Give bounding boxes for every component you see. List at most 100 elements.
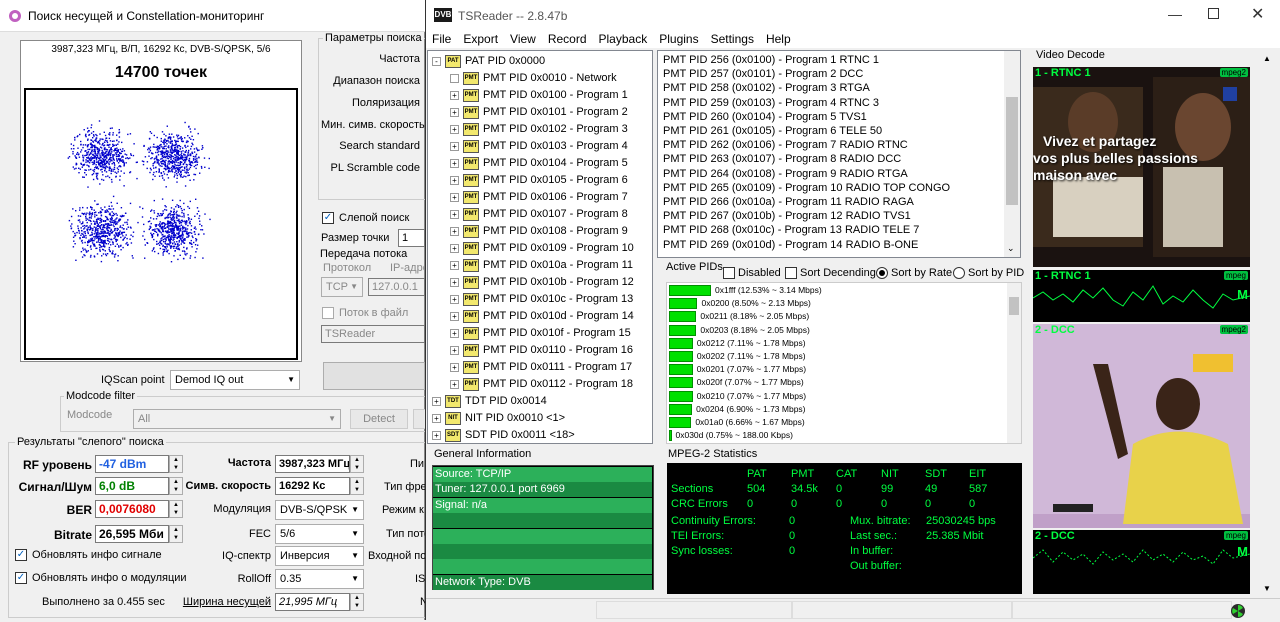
fec-select[interactable]: 5/6 ▼ [275, 524, 364, 544]
pmt-list-item[interactable]: PMT PID 268 (0x010c) - Program 13 RADIO … [663, 223, 919, 237]
menu-playback[interactable]: Playback [593, 30, 654, 48]
menu-export[interactable]: Export [457, 30, 504, 48]
video-scrollbar[interactable]: ▲ ▼ [1260, 52, 1276, 597]
video-panel-2[interactable]: 2 - DCC mpeg2 [1033, 324, 1250, 528]
pid-row[interactable]: 0x0203 (8.18% ~ 2.05 Mbps) [669, 324, 1005, 337]
pid-row[interactable]: 0x0210 (7.07% ~ 1.77 Mbps) [669, 390, 1005, 403]
ip-input[interactable]: 127.0.0.1 [368, 278, 425, 296]
expand-icon[interactable]: + [450, 90, 459, 100]
expand-icon[interactable]: + [450, 192, 459, 202]
tree-item-pmt-5[interactable]: + PMT PMT PID 0x0104 - Program 5 [450, 155, 628, 172]
menu-plugins[interactable]: Plugins [653, 30, 704, 48]
pmt-list-item[interactable]: PMT PID 256 (0x0100) - Program 1 RTNC 1 [663, 53, 879, 67]
expand-icon[interactable]: + [432, 413, 441, 423]
pid-row[interactable]: 0x020f (7.07% ~ 1.77 Mbps) [669, 376, 1005, 389]
action-button[interactable] [323, 362, 425, 390]
menu-view[interactable]: View [504, 30, 542, 48]
tree-item-pmt-8[interactable]: + PMT PMT PID 0x0107 - Program 8 [450, 206, 628, 223]
tree-item-pmt-12[interactable]: + PMT PMT PID 0x010b - Program 12 [450, 274, 634, 291]
tree-item-pmt-9[interactable]: + PMT PMT PID 0x0108 - Program 9 [450, 223, 628, 240]
protocol-select[interactable]: TCP ▼ [321, 277, 363, 297]
collapse-icon[interactable]: - [432, 56, 441, 66]
pmt-list-item[interactable]: PMT PID 259 (0x0103) - Program 4 RTNC 3 [663, 96, 879, 110]
expand-icon[interactable]: + [432, 430, 441, 440]
iqscan-select[interactable]: Demod IQ out ▼ [170, 370, 300, 390]
pid-row[interactable]: 0x01a0 (6.66% ~ 1.67 Mbps) [669, 416, 1005, 429]
tree-item-pmt-3[interactable]: + PMT PMT PID 0x0102 - Program 3 [450, 121, 628, 138]
pmt-list-item[interactable]: PMT PID 264 (0x0108) - Program 9 RADIO R… [663, 167, 908, 181]
expand-icon[interactable]: + [432, 396, 441, 406]
bitrate-spinner[interactable]: ▲ ▼ [169, 525, 183, 543]
disabled-checkbox[interactable] [723, 267, 735, 279]
pmt-list-item[interactable]: PMT PID 260 (0x0104) - Program 5 TVS1 [663, 110, 867, 124]
tree-item-pmt-11[interactable]: + PMT PMT PID 0x010a - Program 11 [450, 257, 633, 274]
minimize-icon[interactable]: — [1168, 6, 1182, 22]
expand-icon[interactable]: + [450, 158, 459, 168]
detect-button[interactable]: Detect [350, 409, 408, 429]
expand-icon[interactable]: + [450, 379, 459, 389]
expand-icon[interactable] [450, 73, 459, 83]
menu-help[interactable]: Help [760, 30, 797, 48]
expand-icon[interactable]: + [450, 243, 459, 253]
expand-icon[interactable]: + [450, 175, 459, 185]
tree-item-pmt-1[interactable]: + PMT PMT PID 0x0100 - Program 1 [450, 87, 628, 104]
sort-desc-checkbox[interactable] [785, 267, 797, 279]
menu-settings[interactable]: Settings [705, 30, 760, 48]
pmt-scroll-thumb[interactable] [1006, 97, 1018, 205]
iqspec-select[interactable]: Инверсия ▼ [275, 546, 364, 566]
expand-icon[interactable]: + [450, 294, 459, 304]
rolloff-select[interactable]: 0.35 ▼ [275, 569, 364, 589]
expand-icon[interactable]: + [450, 209, 459, 219]
mod-select[interactable]: DVB-S/QPSK ▼ [275, 500, 364, 520]
ber-spinner[interactable]: ▲ ▼ [169, 500, 183, 518]
pmt-list-item[interactable]: PMT PID 257 (0x0101) - Program 2 DCC [663, 67, 863, 81]
scroll-down-icon[interactable]: ⌄ [1007, 243, 1015, 254]
active-pids-list[interactable]: 0x1fff (12.53% ~ 3.14 Mbps) 0x0200 (8.50%… [666, 282, 1022, 444]
tree-item-pmt-4[interactable]: + PMT PMT PID 0x0103 - Program 4 [450, 138, 628, 155]
expand-icon[interactable]: + [450, 311, 459, 321]
pid-row[interactable]: 0x1fff (12.53% ~ 3.14 Mbps) [669, 284, 1005, 297]
tree-item-pmt-15[interactable]: + PMT PMT PID 0x010f - Program 15 [450, 325, 631, 342]
pmt-scrollbar[interactable]: ⌄ [1004, 51, 1020, 257]
tree-item-other-2[interactable]: + SDT SDT PID 0x0011 <18> [432, 427, 575, 443]
tree-item-pat[interactable]: - PAT PAT PID 0x0000 [432, 53, 545, 70]
expand-icon[interactable]: + [450, 124, 459, 134]
tree-item-pmt-16[interactable]: + PMT PMT PID 0x0110 - Program 16 [450, 342, 633, 359]
sort-pid-radio[interactable] [953, 267, 965, 279]
tree-item-pmt-0[interactable]: PMT PMT PID 0x0010 - Network [450, 70, 617, 87]
pmt-list-item[interactable]: PMT PID 263 (0x0107) - Program 8 RADIO D… [663, 152, 901, 166]
tree-item-pmt-17[interactable]: + PMT PMT PID 0x0111 - Program 17 [450, 359, 632, 376]
tree-item-pmt-7[interactable]: + PMT PMT PID 0x0106 - Program 7 [450, 189, 628, 206]
expand-icon[interactable]: + [450, 260, 459, 270]
expand-icon[interactable]: + [450, 277, 459, 287]
tree-item-pmt-18[interactable]: + PMT PMT PID 0x0112 - Program 18 [450, 376, 633, 393]
scroll-down-icon[interactable]: ▼ [1263, 584, 1271, 593]
pids-scroll-thumb[interactable] [1009, 297, 1019, 315]
pmt-list[interactable]: PMT PID 256 (0x0100) - Program 1 RTNC 1P… [657, 50, 1021, 258]
tree-item-pmt-10[interactable]: + PMT PMT PID 0x0109 - Program 10 [450, 240, 634, 257]
pid-row[interactable]: 0x0202 (7.11% ~ 1.78 Mbps) [669, 350, 1005, 363]
point-size-input[interactable]: 1 [398, 229, 425, 247]
maximize-icon[interactable] [1208, 8, 1219, 19]
tree-item-other-1[interactable]: + NIT NIT PID 0x0010 <1> [432, 410, 565, 427]
pid-row[interactable]: 0x0211 (8.18% ~ 2.05 Mbps) [669, 310, 1005, 323]
pmt-list-item[interactable]: PMT PID 261 (0x0105) - Program 6 TELE 50 [663, 124, 882, 138]
freq-spinner[interactable]: ▲ ▼ [350, 455, 364, 473]
pid-row[interactable]: 0x0212 (7.11% ~ 1.78 Mbps) [669, 337, 1005, 350]
pmt-list-item[interactable]: PMT PID 258 (0x0102) - Program 3 RTGA [663, 81, 870, 95]
tree-item-pmt-13[interactable]: + PMT PMT PID 0x010c - Program 13 [450, 291, 633, 308]
width-spinner[interactable]: ▲ ▼ [350, 593, 364, 611]
pmt-list-item[interactable]: PMT PID 269 (0x010d) - Program 14 RADIO … [663, 238, 918, 252]
sr-spinner[interactable]: ▲ ▼ [350, 477, 364, 495]
expand-icon[interactable]: + [450, 141, 459, 151]
pmt-list-item[interactable]: PMT PID 265 (0x0109) - Program 10 RADIO … [663, 181, 950, 195]
video-panel-1[interactable]: 1 - RTNC 1 mpeg2 Vivez et partagez vos p… [1033, 67, 1250, 267]
pid-row[interactable]: 0x030d (0.75% ~ 188.00 Kbps) [669, 429, 1005, 442]
tree-item-pmt-6[interactable]: + PMT PMT PID 0x0105 - Program 6 [450, 172, 628, 189]
tsreader-input[interactable]: TSReader [321, 325, 425, 343]
rf-spinner[interactable]: ▲ ▼ [169, 455, 183, 473]
stream-to-file-checkbox[interactable] [322, 307, 334, 319]
scroll-up-icon[interactable]: ▲ [1263, 54, 1271, 63]
tree-item-other-0[interactable]: + TDT TDT PID 0x0014 [432, 393, 547, 410]
update-mod-checkbox[interactable]: ✓ [15, 572, 27, 584]
